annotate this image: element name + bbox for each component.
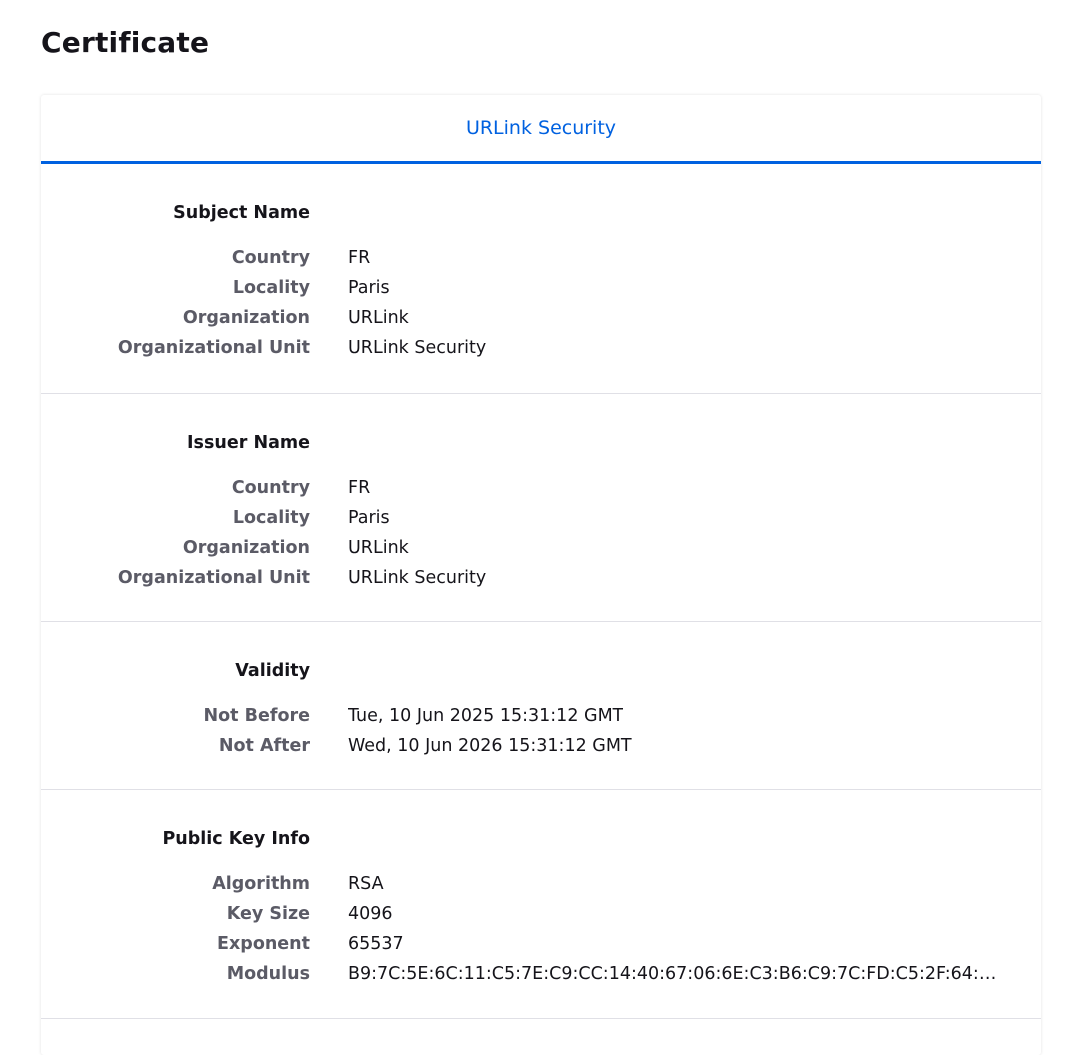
- field-label: Locality: [232, 508, 310, 528]
- issuer-country-row: Country FR: [41, 473, 1041, 503]
- field-label: Country: [231, 248, 310, 268]
- public-key-info-section: Public Key Info Algorithm RSA Key Size 4…: [41, 790, 1041, 1019]
- field-value: B9:7C:5E:6C:11:C5:7E:C9:CC:14:40:67:06:6…: [348, 964, 998, 984]
- section-heading-row: Validity: [41, 656, 1041, 686]
- subject-locality-row: Locality Paris: [41, 273, 1041, 303]
- field-label: Not Before: [203, 706, 310, 726]
- tab-bar: URLink Security: [41, 95, 1041, 164]
- field-value: Wed, 10 Jun 2026 15:31:12 GMT: [348, 736, 632, 756]
- field-label: Key Size: [226, 904, 310, 924]
- field-label: Organizational Unit: [117, 338, 310, 358]
- field-value: Paris: [348, 508, 390, 528]
- subject-country-row: Country FR: [41, 243, 1041, 273]
- field-label: Algorithm: [212, 874, 310, 894]
- subject-name-section: Subject Name Country FR Locality Paris O…: [41, 164, 1041, 394]
- field-label: Organization: [182, 538, 310, 558]
- not-before-row: Not Before Tue, 10 Jun 2025 15:31:12 GMT: [41, 701, 1041, 731]
- certificate-card: URLink Security Subject Name Country FR …: [41, 95, 1041, 1055]
- validity-heading: Validity: [235, 661, 310, 681]
- subject-org-unit-row: Organizational Unit URLink Security: [41, 333, 1041, 363]
- field-value: RSA: [348, 874, 384, 894]
- section-heading-row: Subject Name: [41, 198, 1041, 228]
- issuer-name-section: Issuer Name Country FR Locality Paris Or…: [41, 394, 1041, 622]
- field-value: URLink: [348, 538, 409, 558]
- field-value: FR: [348, 478, 371, 498]
- field-label: Organizational Unit: [117, 568, 310, 588]
- algorithm-row: Algorithm RSA: [41, 869, 1041, 899]
- not-after-row: Not After Wed, 10 Jun 2026 15:31:12 GMT: [41, 731, 1041, 761]
- subject-organization-row: Organization URLink: [41, 303, 1041, 333]
- field-label: Not After: [218, 736, 310, 756]
- issuer-locality-row: Locality Paris: [41, 503, 1041, 533]
- exponent-row: Exponent 65537: [41, 929, 1041, 959]
- section-heading-row: Public Key Info: [41, 824, 1041, 854]
- issuer-org-unit-row: Organizational Unit URLink Security: [41, 563, 1041, 593]
- field-label: Organization: [182, 308, 310, 328]
- field-label: Exponent: [217, 934, 310, 954]
- field-value: URLink Security: [348, 568, 487, 588]
- field-value: Paris: [348, 278, 390, 298]
- key-size-row: Key Size 4096: [41, 899, 1041, 929]
- public-key-info-heading: Public Key Info: [162, 829, 310, 849]
- field-value: URLink Security: [348, 338, 487, 358]
- section-heading-row: Issuer Name: [41, 428, 1041, 458]
- subject-name-heading: Subject Name: [173, 203, 310, 223]
- issuer-organization-row: Organization URLink: [41, 533, 1041, 563]
- field-value: FR: [348, 248, 371, 268]
- field-label: Country: [231, 478, 310, 498]
- modulus-row: Modulus B9:7C:5E:6C:11:C5:7E:C9:CC:14:40…: [41, 959, 1041, 989]
- issuer-name-heading: Issuer Name: [187, 433, 310, 453]
- field-label: Modulus: [226, 964, 310, 984]
- page-title: Certificate: [41, 26, 210, 59]
- field-label: Locality: [232, 278, 310, 298]
- field-value: 4096: [348, 904, 393, 924]
- field-value: URLink: [348, 308, 409, 328]
- field-value: Tue, 10 Jun 2025 15:31:12 GMT: [348, 706, 624, 726]
- validity-section: Validity Not Before Tue, 10 Jun 2025 15:…: [41, 622, 1041, 790]
- tab-urlink-security[interactable]: URLink Security: [466, 117, 616, 139]
- field-value: 65537: [348, 934, 404, 954]
